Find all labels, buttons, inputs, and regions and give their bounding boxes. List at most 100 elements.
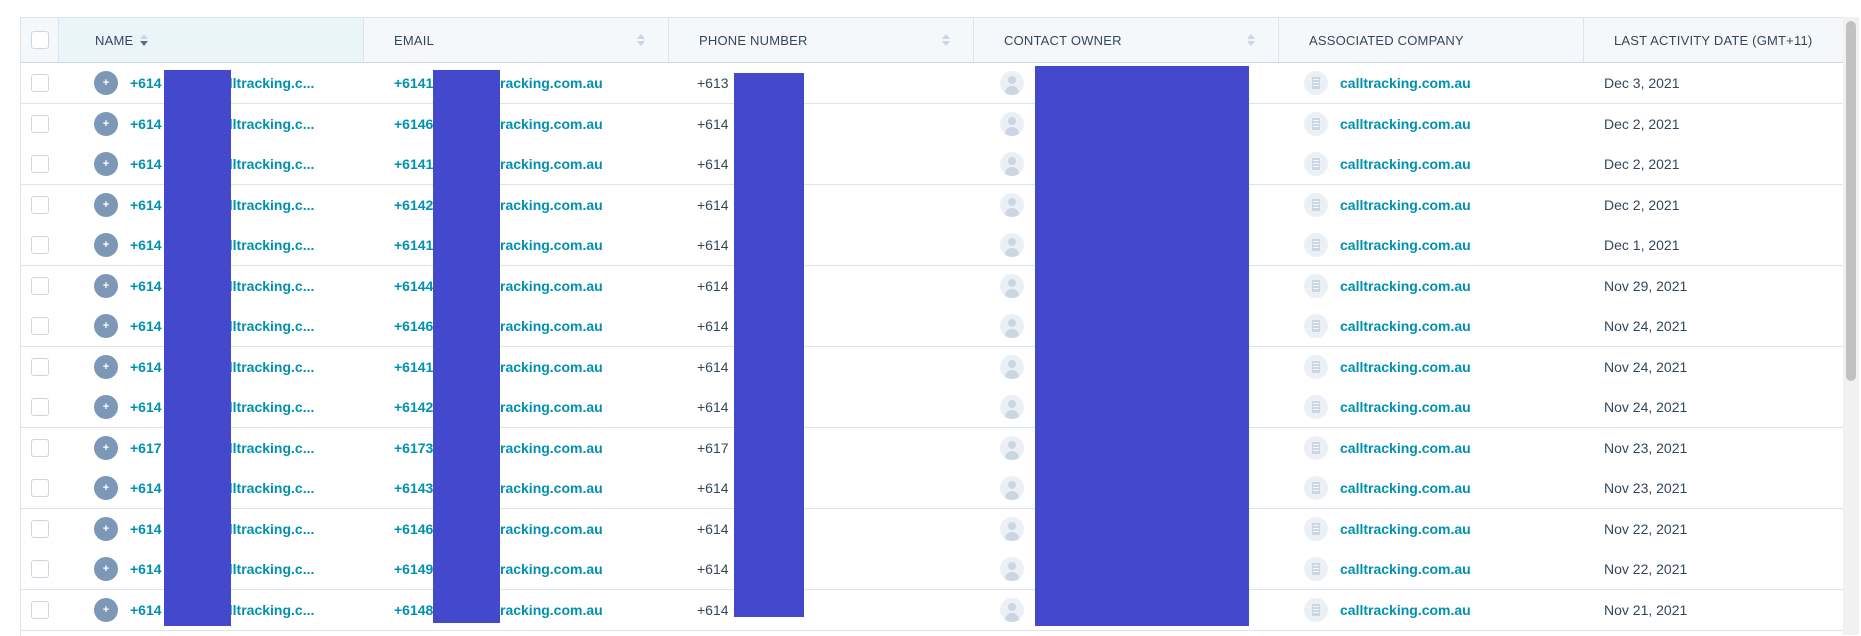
company-link[interactable]: calltracking.com.au	[1340, 156, 1471, 172]
table-row[interactable]: + +614 @calltracking.c... +6149 @calltrackin…	[21, 549, 1843, 590]
building-icon	[1304, 111, 1328, 136]
company-link[interactable]: calltracking.com.au	[1340, 521, 1471, 537]
last-activity-cell: Nov 24, 2021	[1604, 387, 1834, 427]
company-cell: calltracking.com.au	[1304, 428, 1574, 468]
company-link[interactable]: calltracking.com.au	[1340, 75, 1471, 91]
table-row[interactable]: + +614 @calltracking.c... +6148 @calltrackin…	[21, 589, 1843, 631]
plus-avatar-icon[interactable]: +	[94, 516, 118, 541]
plus-avatar-icon[interactable]: +	[94, 152, 118, 176]
company-link[interactable]: calltracking.com.au	[1340, 561, 1471, 577]
plus-avatar-icon[interactable]: +	[94, 111, 118, 136]
company-link[interactable]: calltracking.com.au	[1340, 480, 1471, 496]
table-row[interactable]: + +614 @calltracking.c... +6144 @calltrackin…	[21, 265, 1843, 307]
row-checkbox[interactable]	[31, 236, 49, 254]
row-select-cell	[21, 468, 59, 508]
table-row[interactable]: + +614 @calltracking.c... +6141 @calltrackin…	[21, 63, 1843, 104]
row-checkbox[interactable]	[31, 600, 49, 619]
row-checkbox[interactable]	[31, 479, 49, 497]
company-cell: calltracking.com.au	[1304, 347, 1574, 387]
vertical-scrollbar[interactable]	[1843, 17, 1859, 635]
plus-avatar-icon[interactable]: +	[94, 314, 118, 338]
company-link[interactable]: calltracking.com.au	[1340, 278, 1471, 294]
table-row[interactable]: + +614 @calltracking.c... +6146 @calltrackin…	[21, 103, 1843, 145]
column-header-associated-company[interactable]: ASSOCIATED COMPANY	[1279, 18, 1584, 62]
company-cell: calltracking.com.au	[1304, 104, 1574, 144]
building-icon	[1304, 71, 1328, 95]
row-checkbox[interactable]	[31, 438, 49, 457]
sort-icon[interactable]	[139, 32, 149, 48]
person-avatar-icon	[1000, 273, 1024, 298]
row-checkbox[interactable]	[31, 317, 49, 335]
table-row[interactable]: + +614 @calltracking.c... +6141 @calltrackin…	[21, 144, 1843, 185]
sort-icon[interactable]	[1246, 32, 1256, 48]
company-link[interactable]: calltracking.com.au	[1340, 602, 1471, 618]
company-cell: calltracking.com.au	[1304, 387, 1574, 427]
last-activity-cell: Nov 24, 2021	[1604, 306, 1834, 346]
table-row[interactable]: + +614 @calltracking.c... +6143 @calltrackin…	[21, 468, 1843, 509]
row-checkbox[interactable]	[31, 195, 49, 214]
phone-number: +614	[697, 399, 729, 415]
plus-avatar-icon[interactable]: +	[94, 192, 118, 217]
row-checkbox[interactable]	[31, 357, 49, 376]
row-checkbox[interactable]	[31, 519, 49, 538]
column-header-last-activity-date[interactable]: LAST ACTIVITY DATE (GMT+11)	[1584, 18, 1843, 62]
column-header-phone-number[interactable]: PHONE NUMBER	[669, 18, 974, 62]
column-header-email[interactable]: EMAIL	[364, 18, 669, 62]
row-select-cell	[21, 225, 59, 265]
plus-avatar-icon[interactable]: +	[94, 557, 118, 581]
company-link[interactable]: calltracking.com.au	[1340, 116, 1471, 132]
building-icon	[1304, 395, 1328, 419]
row-select-cell	[21, 185, 59, 225]
phone-number: +613	[697, 75, 729, 91]
table-row[interactable]: + +614 @calltracking.c... +6142 @calltrackin…	[21, 387, 1843, 428]
company-link[interactable]: calltracking.com.au	[1340, 440, 1471, 456]
last-activity-date: Nov 23, 2021	[1604, 439, 1688, 456]
person-avatar-icon	[1000, 476, 1024, 500]
table-row[interactable]: + +614 @calltracking.c... +6146 @calltrackin…	[21, 508, 1843, 550]
table-header: NAME EMAIL PHONE NUMBER CONTACT OWNER AS…	[21, 18, 1843, 63]
plus-avatar-icon[interactable]: +	[94, 476, 118, 500]
last-activity-date: Dec 3, 2021	[1604, 75, 1680, 91]
last-activity-date: Dec 2, 2021	[1604, 156, 1680, 172]
select-all-checkbox[interactable]	[30, 31, 49, 49]
row-checkbox[interactable]	[31, 276, 49, 295]
table-row[interactable]: + +617 @calltracking.c... +6173 @calltrackin…	[21, 427, 1843, 469]
last-activity-date: Dec 2, 2021	[1604, 196, 1680, 213]
column-header-contact-owner[interactable]: CONTACT OWNER	[974, 18, 1279, 62]
company-link[interactable]: calltracking.com.au	[1340, 399, 1471, 415]
person-avatar-icon	[1000, 435, 1024, 460]
row-select-cell	[21, 63, 59, 103]
row-checkbox[interactable]	[31, 560, 49, 578]
table-row[interactable]: + +614 @calltracking.c... +6146 @calltrackin…	[21, 306, 1843, 347]
sort-icon[interactable]	[636, 32, 646, 48]
sort-icon[interactable]	[941, 32, 951, 48]
plus-avatar-icon[interactable]: +	[94, 395, 118, 419]
scrollbar-thumb[interactable]	[1846, 21, 1856, 381]
plus-avatar-icon[interactable]: +	[94, 597, 118, 622]
company-link[interactable]: calltracking.com.au	[1340, 318, 1471, 334]
column-header-name[interactable]: NAME	[59, 18, 364, 62]
row-select-cell	[21, 387, 59, 427]
row-checkbox[interactable]	[31, 398, 49, 416]
company-link[interactable]: calltracking.com.au	[1340, 237, 1471, 253]
building-icon	[1304, 435, 1328, 460]
table-row[interactable]: + +614 @calltracking.c... +6141 @calltrackin…	[21, 225, 1843, 266]
table-row[interactable]: + +614 @calltracking.c... +6142 @calltrackin…	[21, 184, 1843, 226]
plus-avatar-icon[interactable]: +	[94, 354, 118, 379]
company-link[interactable]: calltracking.com.au	[1340, 197, 1471, 213]
plus-avatar-icon[interactable]: +	[94, 435, 118, 460]
person-avatar-icon	[1000, 152, 1024, 176]
table-row[interactable]: + +614 @calltracking.c... +6141 @calltrackin…	[21, 346, 1843, 388]
person-avatar-icon	[1000, 597, 1024, 622]
plus-avatar-icon[interactable]: +	[94, 273, 118, 298]
row-checkbox[interactable]	[31, 114, 49, 133]
company-cell: calltracking.com.au	[1304, 185, 1574, 225]
row-select-cell	[21, 266, 59, 306]
redaction-contact-owner	[1035, 66, 1249, 626]
row-checkbox[interactable]	[31, 155, 49, 173]
column-header-label: ASSOCIATED COMPANY	[1309, 32, 1464, 48]
plus-avatar-icon[interactable]: +	[94, 233, 118, 257]
plus-avatar-icon[interactable]: +	[94, 71, 118, 95]
row-checkbox[interactable]	[31, 74, 49, 92]
company-link[interactable]: calltracking.com.au	[1340, 359, 1471, 375]
